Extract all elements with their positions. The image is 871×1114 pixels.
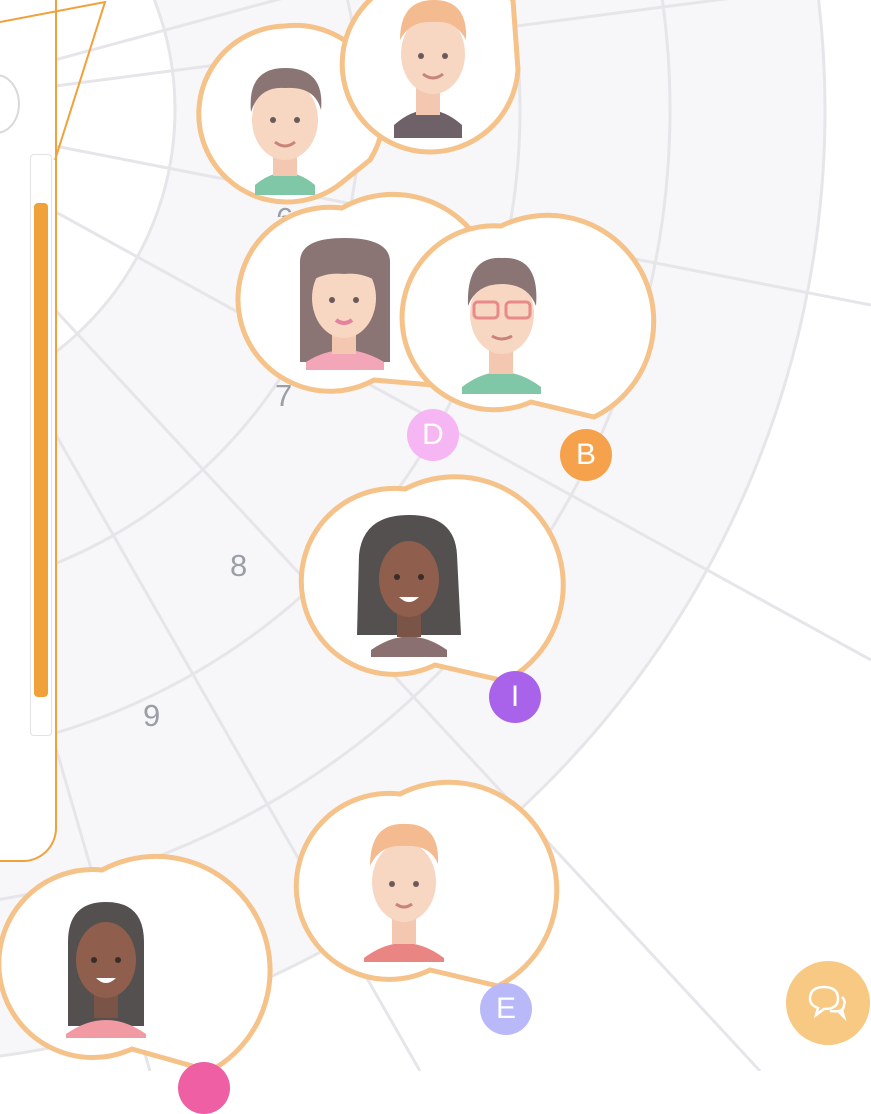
participant-badge-b[interactable]: B — [560, 429, 612, 481]
avatar-bubble-woman-long-hair[interactable] — [0, 853, 273, 1074]
scrollbar-track[interactable] — [30, 154, 52, 736]
woman-long-dark-hair-avatar — [66, 902, 146, 1038]
participant-badge-partial[interactable] — [178, 1062, 230, 1114]
ring-label-9: 9 — [143, 698, 161, 733]
avatar-bubble-man-blonde-jacket[interactable] — [328, 0, 528, 155]
scrollbar-thumb[interactable] — [34, 203, 48, 697]
chat-button[interactable] — [786, 961, 870, 1045]
avatar-bubble-man-glasses[interactable] — [396, 212, 657, 422]
ring-label-8: 8 — [230, 548, 248, 583]
participant-badge-d[interactable]: D — [407, 409, 459, 461]
chat-bubbles-icon — [808, 985, 847, 1022]
participant-badge-e[interactable]: E — [480, 983, 532, 1035]
avatar-bubble-man-blonde-red[interactable] — [293, 779, 560, 990]
participant-badge-i[interactable]: I — [489, 671, 541, 723]
panel-edge-line — [0, 0, 107, 161]
avatar-bubble-woman-curly[interactable] — [298, 474, 566, 685]
woman-bangs-pink-top-avatar — [300, 238, 390, 370]
